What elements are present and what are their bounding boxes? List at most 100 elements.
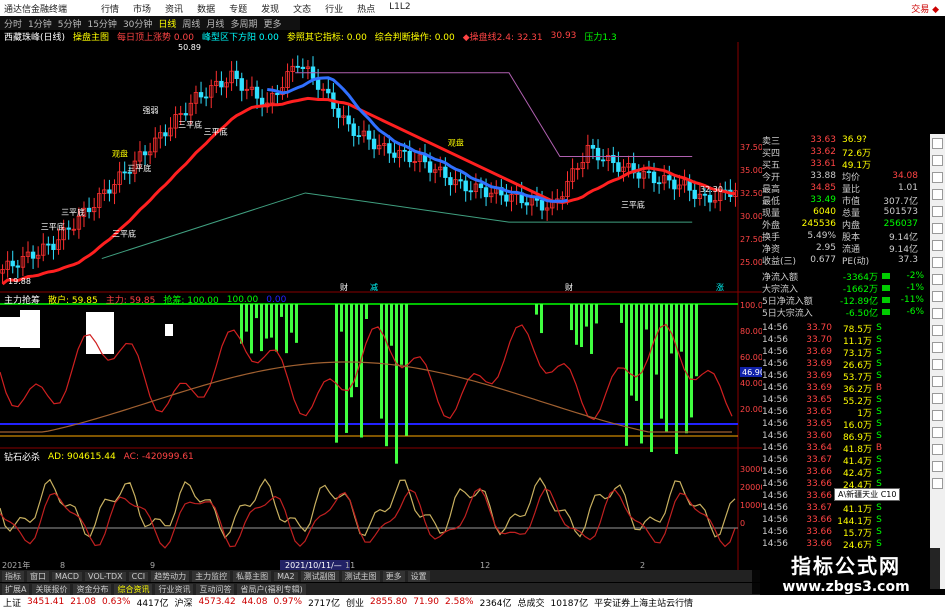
tick-row: 14:56 33.66 15.7万 S: [762, 526, 928, 539]
scroll-button[interactable]: [932, 342, 943, 353]
indicator-tab[interactable]: 测试主图: [341, 570, 380, 582]
green-bar: [335, 304, 338, 443]
quote-value-2: 256037: [883, 219, 918, 229]
period-tab[interactable]: 5分钟: [58, 17, 82, 30]
extended-tab[interactable]: 互动问答: [196, 583, 235, 595]
menu-item[interactable]: 市场: [133, 2, 151, 15]
chart-area[interactable]: 观盘强弱三平底三平底三平底三平底三平底三平底观盘三平底50.8919.88财减财…: [0, 42, 762, 570]
green-bar: [680, 304, 683, 352]
scroll-button[interactable]: [932, 376, 943, 387]
indicator-tab[interactable]: 主力监控: [192, 570, 231, 582]
tick-side: S: [876, 407, 882, 417]
scroll-button[interactable]: [932, 308, 943, 319]
indicator-tab[interactable]: MACD: [52, 571, 82, 581]
side-scrollbar[interactable]: [930, 134, 945, 589]
scroll-button[interactable]: [932, 240, 943, 251]
indicator-tab[interactable]: CCI: [128, 571, 149, 581]
scroll-button[interactable]: [932, 189, 943, 200]
event-marker[interactable]: 财: [340, 282, 348, 292]
scroll-button[interactable]: [932, 325, 943, 336]
period-tab[interactable]: 月线: [206, 17, 224, 30]
event-marker[interactable]: 减: [370, 282, 378, 292]
extended-tab[interactable]: 关联报价: [32, 583, 71, 595]
green-bar: [405, 304, 408, 436]
tick-side: S: [876, 431, 882, 441]
indicator-tab[interactable]: 测试副图: [300, 570, 339, 582]
scroll-button[interactable]: [932, 155, 943, 166]
y-tick-label: 100.00: [740, 301, 762, 310]
scroll-button[interactable]: [932, 393, 943, 404]
scroll-button[interactable]: [932, 444, 943, 455]
menu-item[interactable]: 发现: [261, 2, 279, 15]
period-tab[interactable]: 30分钟: [123, 17, 152, 30]
scroll-button[interactable]: [932, 291, 943, 302]
trade-button[interactable]: 交易 ◆: [911, 2, 939, 15]
panel2-header: 主力抢筹 散户: 59.85 主力: 59.85 抢筹: 100.00 100.…: [0, 293, 286, 307]
panel2-title[interactable]: 主力抢筹: [4, 293, 40, 306]
indicator-tab[interactable]: 私募主图: [233, 570, 272, 582]
menu-item[interactable]: 资讯: [165, 2, 183, 15]
green-bar: [240, 304, 243, 344]
indicator-tab[interactable]: MA2: [274, 571, 298, 581]
extended-tab[interactable]: 资金分布: [73, 583, 112, 595]
tick-row: 14:56 33.70 78.5万 S: [762, 322, 928, 335]
period-tab[interactable]: 日线: [158, 17, 176, 30]
indicator-tab[interactable]: 设置: [407, 570, 430, 582]
quote-row: 今开 33.88 均价 34.08: [762, 170, 928, 183]
period-tab[interactable]: 15分钟: [87, 17, 116, 30]
stock-name[interactable]: 西藏珠峰(日线): [4, 30, 65, 43]
quote-value: 0.677: [810, 255, 836, 265]
menu-item[interactable]: 专题: [229, 2, 247, 15]
candle-body: [595, 147, 601, 161]
event-marker[interactable]: 财: [565, 282, 573, 292]
y-tick-label: 37.50: [740, 143, 762, 152]
scroll-button[interactable]: [932, 410, 943, 421]
green-bar: [340, 304, 343, 332]
menu-item[interactable]: L1L2: [389, 2, 410, 15]
indicator-tabs: 指标 窗口 MACD VOL-TDX CCI 趋势动力 主力监控 私募主图 MA2 测试副图 测试主…: [0, 570, 760, 582]
indicator-item-7: 压力1.3: [584, 32, 617, 43]
panel2-current-label: 46.90: [742, 368, 762, 377]
menu-item[interactable]: 行业: [325, 2, 343, 15]
panel3-title[interactable]: 钻石必杀: [4, 450, 40, 463]
menu-item[interactable]: 文态: [293, 2, 311, 15]
scroll-button[interactable]: [932, 274, 943, 285]
indicator-tab[interactable]: VOL-TDX: [84, 571, 126, 581]
menu-item[interactable]: 数据: [197, 2, 215, 15]
extended-tab[interactable]: 省局户(福利专辑): [237, 583, 306, 595]
indicator-tab[interactable]: 指标: [2, 570, 24, 582]
period-tab[interactable]: 分时: [4, 17, 22, 30]
indicator-tab[interactable]: 窗口: [27, 570, 49, 582]
quote-row: 现量 6040 总量 501573: [762, 206, 928, 219]
candle-body: [300, 66, 306, 69]
main-indicator-name[interactable]: 操盘主图: [73, 30, 109, 43]
period-tab[interactable]: 周线: [182, 17, 200, 30]
scroll-button[interactable]: [932, 427, 943, 438]
candle-body: [646, 171, 652, 173]
extended-tab[interactable]: 综合资讯: [114, 583, 153, 595]
event-marker[interactable]: 涨: [716, 282, 724, 292]
tick-time: 14:56: [762, 347, 788, 357]
scroll-button[interactable]: [932, 172, 943, 183]
menu-item[interactable]: 热点: [357, 2, 375, 15]
chart-annotation: 三平底: [127, 163, 151, 173]
indicator-tab[interactable]: 更多: [382, 570, 405, 582]
period-tab[interactable]: 更多: [263, 17, 281, 30]
scroll-button[interactable]: [932, 461, 943, 472]
candle-body: [163, 132, 168, 137]
indicator-tab[interactable]: 趋势动力: [151, 570, 190, 582]
scroll-button[interactable]: [932, 359, 943, 370]
period-tab[interactable]: 1分钟: [28, 17, 52, 30]
period-tab[interactable]: 多周期: [230, 17, 257, 30]
scroll-button[interactable]: [932, 223, 943, 234]
green-bar: [250, 304, 253, 354]
scroll-button[interactable]: [932, 206, 943, 217]
scroll-button[interactable]: [932, 138, 943, 149]
scroll-button[interactable]: [932, 257, 943, 268]
white-block: [20, 310, 40, 348]
extended-tab[interactable]: 扩展A: [2, 583, 30, 595]
extended-tab[interactable]: 行业资讯: [155, 583, 194, 595]
quote-row: 净资 2.95 流通 9.14亿: [762, 242, 928, 255]
menu-item[interactable]: 行情: [101, 2, 119, 15]
scroll-button[interactable]: [932, 478, 943, 489]
